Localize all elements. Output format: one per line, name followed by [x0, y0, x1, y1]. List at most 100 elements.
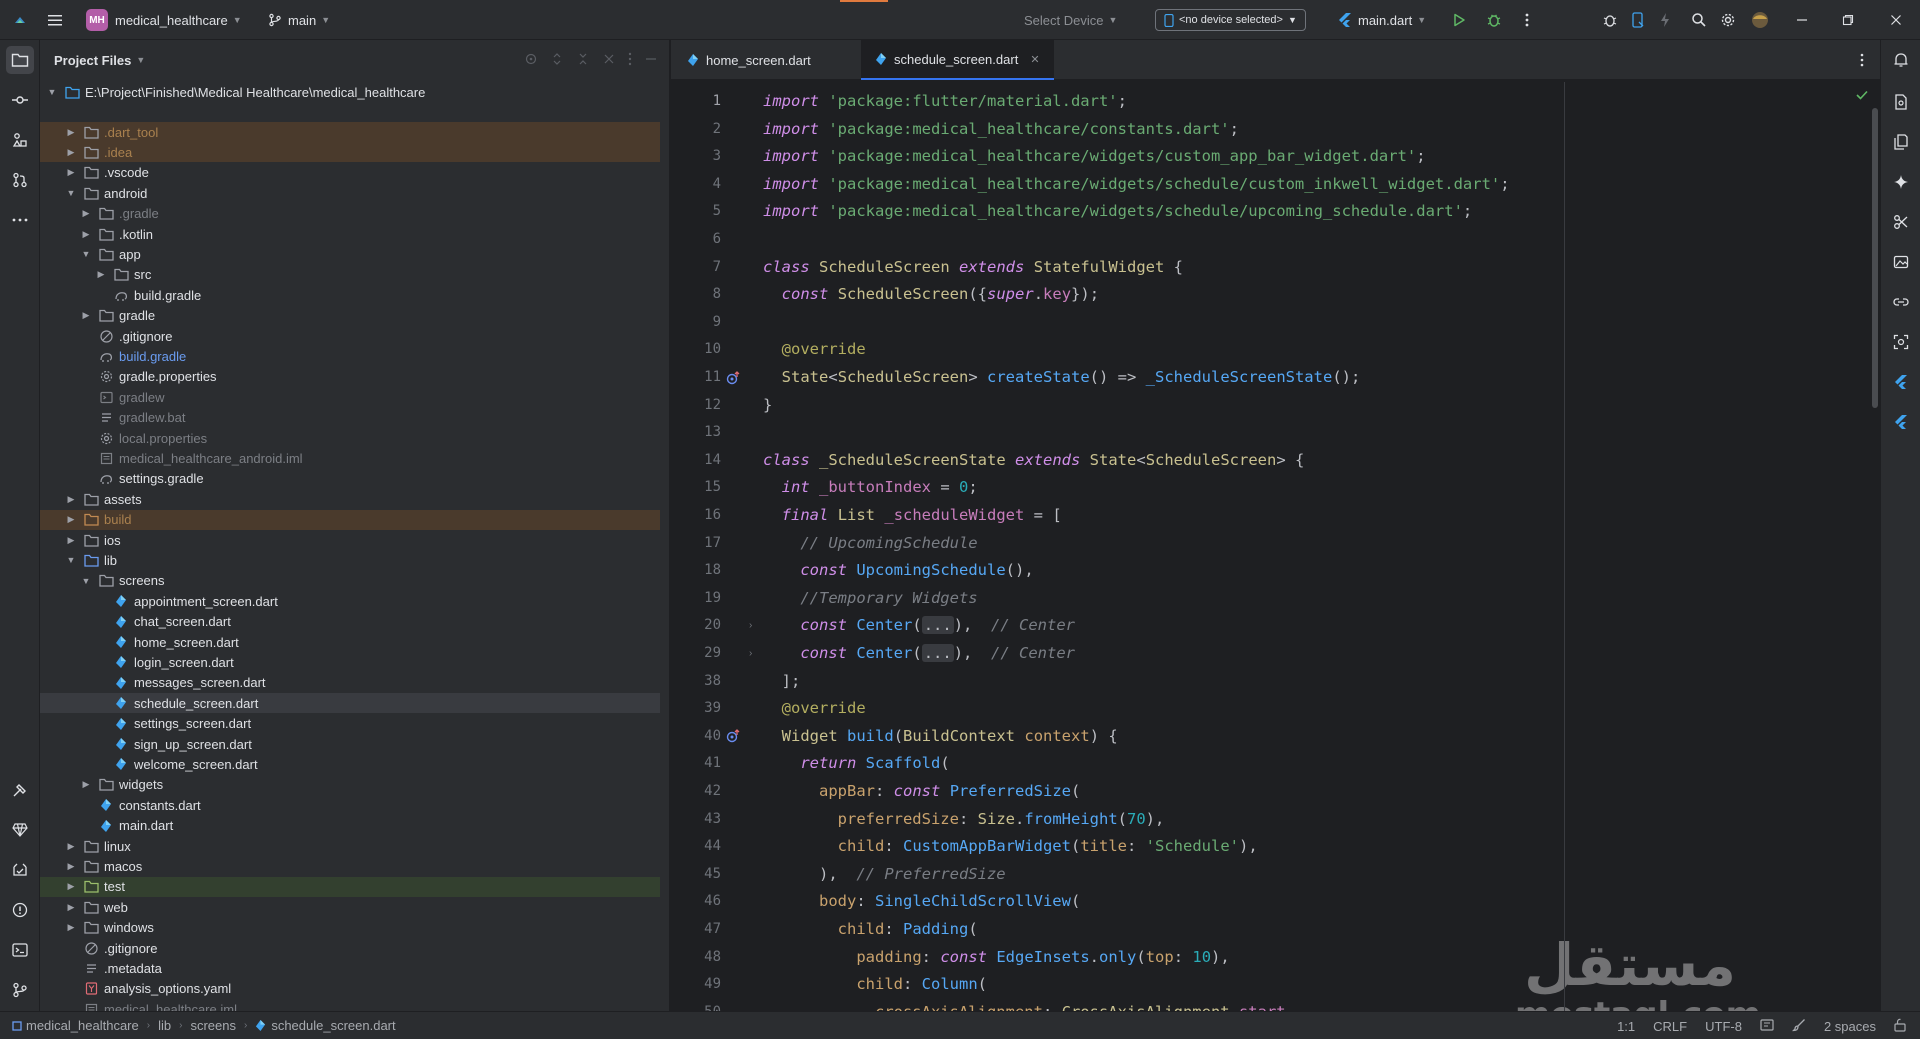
link-button[interactable] — [1889, 290, 1913, 314]
tree-item[interactable]: ▶ .idea — [40, 142, 660, 163]
tree-item[interactable]: analysis_options.yaml — [40, 979, 660, 999]
tree-item[interactable]: ▶ gradle — [40, 306, 660, 326]
code-line[interactable]: const Center(...), // Center — [763, 612, 1075, 639]
tree-item[interactable]: appointment_screen.dart — [40, 591, 660, 611]
tree-item[interactable]: .metadata — [40, 958, 660, 978]
tree-item[interactable]: ▶ test — [40, 876, 660, 897]
tree-item[interactable]: medical_healthcare.iml — [40, 999, 660, 1011]
flutter-inspector-button[interactable] — [1598, 8, 1622, 32]
breadcrumb-item[interactable]: schedule_screen.dart — [255, 1018, 396, 1033]
chevron-right-icon[interactable]: ▶ — [80, 229, 92, 240]
tree-root[interactable]: ▼ E:\Project\Finished\Medical Healthcare… — [40, 82, 660, 102]
maximize-button[interactable] — [1836, 8, 1860, 32]
code-line[interactable]: Widget build(BuildContext context) { — [763, 723, 1118, 750]
tree-item[interactable]: .gitignore — [40, 938, 660, 958]
tree-item[interactable]: main.dart — [40, 816, 660, 836]
commit-tool-button[interactable] — [6, 86, 34, 114]
code-line[interactable]: appBar: const PreferredSize( — [763, 778, 1080, 805]
git-tool-button[interactable] — [6, 976, 34, 1004]
code-line[interactable]: const ScheduleScreen({super.key}); — [763, 281, 1099, 308]
chevron-right-icon[interactable]: ▶ — [65, 514, 77, 525]
tree-item[interactable]: ▶ src — [40, 265, 660, 285]
line-separator[interactable]: CRLF — [1653, 1019, 1687, 1034]
readonly-toggle[interactable] — [1760, 1018, 1774, 1034]
device-mirror-button[interactable] — [1626, 8, 1650, 32]
dart-devtools-button[interactable] — [6, 816, 34, 844]
code-line[interactable]: import 'package:medical_healthcare/widge… — [763, 171, 1510, 198]
collapse-all-icon[interactable] — [576, 52, 590, 66]
chevron-down-icon[interactable]: ▼ — [80, 249, 92, 259]
tree-item[interactable]: ▼ app — [40, 244, 660, 264]
code-style-toggle[interactable] — [1791, 1018, 1806, 1035]
tree-item[interactable]: build.gradle — [40, 285, 660, 305]
code-line[interactable]: child: Column( — [763, 971, 987, 998]
indent-setting[interactable]: 2 spaces — [1824, 1019, 1876, 1034]
chevron-right-icon[interactable]: ▶ — [65, 902, 77, 913]
chevron-right-icon[interactable]: ▶ — [65, 922, 77, 933]
tree-item[interactable]: ▶ macos — [40, 856, 660, 876]
pull-requests-tool-button[interactable] — [6, 166, 34, 194]
code-line[interactable]: ]; — [763, 668, 801, 695]
code-line[interactable]: const UpcomingSchedule(), — [763, 557, 1033, 584]
image-preview-button[interactable] — [1889, 250, 1913, 274]
tree-item[interactable]: medical_healthcare_android.iml — [40, 448, 660, 468]
code-line[interactable]: import 'package:flutter/material.dart'; — [763, 88, 1127, 115]
close-panel-icon[interactable] — [602, 52, 616, 66]
tree-item[interactable]: ▶ .gradle — [40, 204, 660, 224]
device-file-explorer-button[interactable] — [1889, 130, 1913, 154]
code-line[interactable]: } — [763, 392, 772, 419]
editor-scrollbar[interactable] — [1872, 108, 1878, 408]
tree-item[interactable]: ▶ web — [40, 897, 660, 917]
tree-item[interactable]: settings.gradle — [40, 469, 660, 489]
breadcrumb-item[interactable]: medical_healthcare — [12, 1018, 139, 1033]
code-line[interactable]: const Center(...), // Center — [763, 640, 1075, 667]
code-line[interactable]: final List _scheduleWidget = [ — [763, 502, 1062, 529]
tree-item[interactable]: schedule_screen.dart — [40, 693, 660, 714]
override-marker-icon[interactable] — [725, 723, 743, 750]
debug-button[interactable] — [1482, 8, 1506, 32]
expand-all-icon[interactable] — [550, 52, 564, 66]
tab-schedule-screen[interactable]: schedule_screen.dart ✕ — [861, 40, 1054, 80]
project-panel-title[interactable]: Project Files — [54, 53, 131, 68]
tree-item[interactable]: gradlew — [40, 387, 660, 407]
lock-toggle[interactable] — [1894, 1018, 1906, 1035]
minimize-button[interactable] — [1790, 8, 1814, 32]
chevron-right-icon[interactable]: ▶ — [80, 208, 92, 219]
fold-toggle-icon[interactable]: › — [749, 612, 759, 639]
main-menu-button[interactable] — [46, 0, 64, 40]
structure-tool-button[interactable] — [6, 126, 34, 154]
notifications-button[interactable] — [1889, 48, 1913, 72]
settings-button[interactable] — [1716, 8, 1740, 32]
code-line[interactable]: @override — [763, 336, 866, 363]
ai-assistant-button[interactable] — [1889, 170, 1913, 194]
code-line[interactable]: return Scaffold( — [763, 750, 949, 777]
chevron-right-icon[interactable]: ▶ — [65, 127, 77, 138]
branch-selector[interactable]: main ▼ — [268, 0, 330, 40]
select-device-dropdown[interactable]: Select Device ▼ — [1024, 0, 1117, 40]
code-area[interactable]: import 'package:flutter/material.dart'; i… — [763, 82, 1863, 1021]
avatar[interactable] — [1748, 8, 1772, 32]
tree-item[interactable]: local.properties — [40, 428, 660, 448]
code-line[interactable]: @override — [763, 695, 866, 722]
code-line[interactable]: ), // PreferredSize — [763, 861, 1006, 888]
chevron-right-icon[interactable]: ▶ — [65, 167, 77, 178]
chevron-right-icon[interactable]: ▶ — [65, 535, 77, 546]
tree-item[interactable]: ▶ linux — [40, 836, 660, 856]
fold-toggle-icon[interactable]: › — [749, 640, 759, 667]
tree-item[interactable]: ▶ build — [40, 509, 660, 530]
device-dropdown[interactable]: <no device selected> ▼ — [1155, 0, 1306, 40]
tools-button[interactable] — [1889, 210, 1913, 234]
tree-item[interactable]: build.gradle — [40, 346, 660, 366]
code-line[interactable]: preferredSize: Size.fromHeight(70), — [763, 806, 1165, 833]
chevron-down-icon[interactable]: ▼ — [136, 55, 145, 65]
flutter-outline-button[interactable] — [1889, 90, 1913, 114]
breadcrumb-item[interactable]: lib — [158, 1018, 171, 1033]
code-line[interactable]: class _ScheduleScreenState extends State… — [763, 447, 1304, 474]
close-tab-icon[interactable]: ✕ — [1030, 53, 1039, 66]
project-selector[interactable]: MH medical_healthcare ▼ — [86, 0, 242, 40]
chevron-right-icon[interactable]: ▶ — [95, 269, 107, 280]
code-line[interactable]: //Temporary Widgets — [763, 585, 977, 612]
chevron-right-icon[interactable]: ▶ — [65, 494, 77, 505]
tree-item[interactable]: ▼ lib — [40, 550, 660, 570]
close-window-button[interactable] — [1884, 8, 1908, 32]
